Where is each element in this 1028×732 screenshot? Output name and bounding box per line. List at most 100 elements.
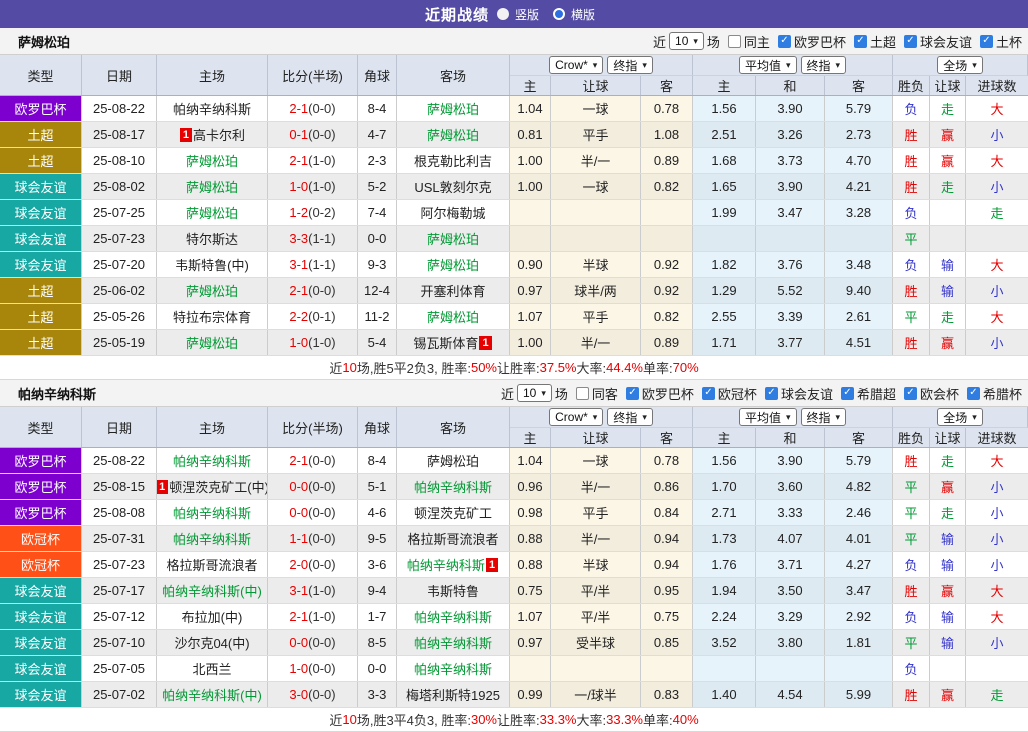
handicap-line: 平手 bbox=[551, 122, 641, 147]
avg-time-select[interactable]: 终指▾ bbox=[801, 56, 847, 74]
chevron-down-icon: ▾ bbox=[836, 413, 841, 422]
same-venue-checkbox[interactable] bbox=[576, 387, 589, 400]
summary-text: 近 bbox=[329, 358, 342, 377]
score-cell: 1-0(1-0) bbox=[268, 174, 358, 199]
handicap-line: 半/一 bbox=[551, 474, 641, 499]
odds-home bbox=[510, 200, 551, 225]
score-cell: 2-1(0-0) bbox=[268, 448, 358, 473]
result-goals: 小 bbox=[966, 630, 1028, 655]
home-team-name: 特拉布宗体育 bbox=[173, 307, 251, 326]
away-team-name: 格拉斯哥流浪者 bbox=[407, 529, 498, 548]
near-count-select[interactable]: 10▾ bbox=[669, 32, 704, 50]
corner-count: 4-7 bbox=[358, 122, 397, 147]
table-header: 类型日期主场比分(半场)角球客场Crow*▾终指▾平均值▾终指▾全场▾主让球客主… bbox=[0, 55, 1028, 96]
half-time-score: (1-0) bbox=[308, 609, 335, 624]
odds-time-select[interactable]: 终指▾ bbox=[607, 56, 653, 74]
avg-away-odds: 2.92 bbox=[825, 604, 893, 629]
scope-select[interactable]: 全场▾ bbox=[937, 56, 983, 74]
avg-draw-odds: 4.07 bbox=[756, 526, 825, 551]
avg-home-odds: 1.94 bbox=[693, 578, 756, 603]
summary-row: 近10场,胜3平4负3, 胜率:30% 让胜率:33.3% 大率:33.3% 单… bbox=[0, 708, 1028, 732]
match-type-cell: 土超 bbox=[0, 122, 82, 147]
league-checkbox-1[interactable]: ✓ bbox=[702, 387, 715, 400]
home-team-cell: 特拉布宗体育 bbox=[157, 304, 268, 329]
corner-count: 8-4 bbox=[358, 448, 397, 473]
full-time-score: 0-1 bbox=[289, 127, 308, 142]
corner-count: 8-5 bbox=[358, 630, 397, 655]
avg-away-odds: 5.99 bbox=[825, 682, 893, 707]
league-checkbox-5[interactable]: ✓ bbox=[967, 387, 980, 400]
result-outcome: 负 bbox=[893, 656, 930, 681]
handicap-line: 受半球 bbox=[551, 630, 641, 655]
horizontal-layout-radio[interactable] bbox=[553, 8, 565, 20]
half-time-score: (0-0) bbox=[308, 127, 335, 142]
chevron-down-icon: ▾ bbox=[972, 413, 977, 422]
vertical-layout-radio[interactable] bbox=[497, 8, 509, 20]
avg-away-odds bbox=[825, 226, 893, 251]
match-date: 25-07-20 bbox=[82, 252, 157, 277]
odds-away: 0.89 bbox=[641, 330, 693, 355]
avg-away-odds: 1.81 bbox=[825, 630, 893, 655]
summary-text: 单率: bbox=[643, 358, 673, 377]
league-checkbox-3[interactable]: ✓ bbox=[980, 35, 993, 48]
match-type-cell: 球会友谊 bbox=[0, 630, 82, 655]
competition-badge: 球会友谊 bbox=[0, 682, 81, 707]
avg-draw-odds: 3.77 bbox=[756, 330, 825, 355]
avg-draw-odds: 3.80 bbox=[756, 630, 825, 655]
scope-select[interactable]: 全场▾ bbox=[937, 408, 983, 426]
home-team-name: 萨姆松珀 bbox=[186, 177, 238, 196]
full-time-score: 1-2 bbox=[289, 205, 308, 220]
league-checkbox-2[interactable]: ✓ bbox=[765, 387, 778, 400]
score-cell: 1-0(1-0) bbox=[268, 330, 358, 355]
result-handicap: 赢 bbox=[930, 578, 966, 603]
competition-badge: 球会友谊 bbox=[0, 226, 81, 251]
league-checkbox-1[interactable]: ✓ bbox=[854, 35, 867, 48]
avg-time-select[interactable]: 终指▾ bbox=[801, 408, 847, 426]
odds-away bbox=[641, 200, 693, 225]
handicap-line: 半/一 bbox=[551, 148, 641, 173]
match-date: 25-05-19 bbox=[82, 330, 157, 355]
result-outcome: 负 bbox=[893, 200, 930, 225]
avg-draw-odds: 3.33 bbox=[756, 500, 825, 525]
handicap-line: 一/球半 bbox=[551, 682, 641, 707]
handicap-line: 半/一 bbox=[551, 526, 641, 551]
home-team-name: 萨姆松珀 bbox=[186, 281, 238, 300]
avg-type-select[interactable]: 平均值▾ bbox=[739, 56, 797, 74]
league-checkbox-2[interactable]: ✓ bbox=[904, 35, 917, 48]
result-goals: 小 bbox=[966, 122, 1028, 147]
avg-type-select[interactable]: 平均值▾ bbox=[739, 408, 797, 426]
full-time-score: 3-1 bbox=[289, 583, 308, 598]
handicap-line: 平手 bbox=[551, 304, 641, 329]
scope-dropdown-group: 全场▾ bbox=[893, 407, 1028, 428]
odds-away: 0.82 bbox=[641, 174, 693, 199]
summary-text: 10 bbox=[342, 360, 356, 375]
odds-company-select[interactable]: Crow*▾ bbox=[549, 56, 603, 74]
match-row: 球会友谊25-07-05北西兰1-0(0-0)0-0帕纳辛纳科斯负 bbox=[0, 656, 1028, 682]
same-venue-label: 同客 bbox=[592, 384, 618, 403]
odds-time-select[interactable]: 终指▾ bbox=[607, 408, 653, 426]
home-team-name: 高卡尔利 bbox=[193, 125, 245, 144]
odds-company-select[interactable]: Crow*▾ bbox=[549, 408, 603, 426]
result-outcome: 胜 bbox=[893, 578, 930, 603]
corner-count: 12-4 bbox=[358, 278, 397, 303]
league-checkbox-0[interactable]: ✓ bbox=[778, 35, 791, 48]
competition-badge: 欧罗巴杯 bbox=[0, 474, 81, 499]
score-cell: 1-0(0-0) bbox=[268, 656, 358, 681]
avg-home-odds: 1.76 bbox=[693, 552, 756, 577]
avg-draw-odds: 3.50 bbox=[756, 578, 825, 603]
result-goals: 小 bbox=[966, 174, 1028, 199]
full-time-score: 3-0 bbox=[289, 687, 308, 702]
match-date: 25-07-23 bbox=[82, 552, 157, 577]
scope-select-value: 全场 bbox=[943, 57, 967, 74]
home-team-cell: 萨姆松珀 bbox=[157, 174, 268, 199]
home-team-name: 韦斯特鲁(中) bbox=[175, 255, 249, 274]
league-checkbox-0[interactable]: ✓ bbox=[626, 387, 639, 400]
match-row: 欧罗巴杯25-08-151顿涅茨克矿工(中)0-0(0-0)5-1帕纳辛纳科斯0… bbox=[0, 474, 1028, 500]
league-label-3: 希腊超 bbox=[857, 384, 896, 403]
avg-home-odds: 2.24 bbox=[693, 604, 756, 629]
league-checkbox-3[interactable]: ✓ bbox=[841, 387, 854, 400]
near-count-select[interactable]: 10▾ bbox=[517, 384, 552, 402]
league-checkbox-4[interactable]: ✓ bbox=[904, 387, 917, 400]
same-venue-checkbox[interactable] bbox=[728, 35, 741, 48]
corner-count: 9-5 bbox=[358, 526, 397, 551]
